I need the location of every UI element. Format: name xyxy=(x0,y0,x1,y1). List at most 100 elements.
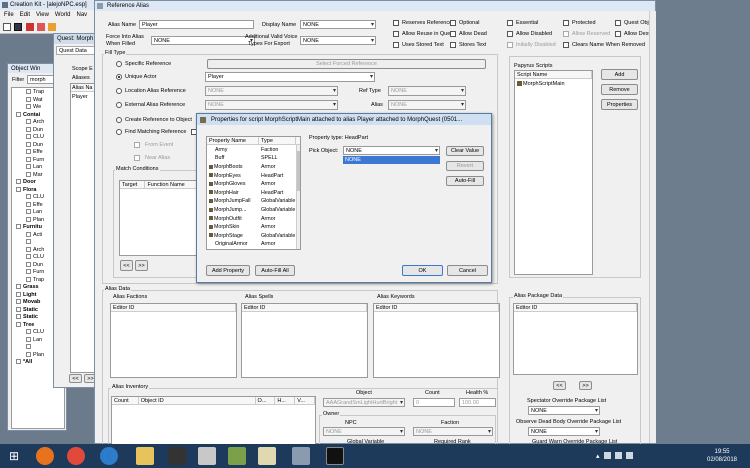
tray-battery-icon[interactable] xyxy=(625,452,633,459)
spells-editor-id-header[interactable]: Editor ID xyxy=(242,304,367,311)
from-event-checkbox[interactable] xyxy=(134,142,140,148)
tree-expander-icon[interactable] xyxy=(26,209,31,215)
tree-expander-icon[interactable] xyxy=(16,186,21,192)
tree-expander-icon[interactable] xyxy=(16,284,21,290)
ok-button[interactable]: OK xyxy=(402,265,443,276)
flag-checkbox[interactable] xyxy=(450,31,456,37)
tree-expander-icon[interactable] xyxy=(26,269,31,275)
pick-object-select[interactable]: NONE xyxy=(343,146,440,155)
alias-package-list[interactable]: Editor ID xyxy=(513,303,638,375)
clear-value-button[interactable]: Clear Value xyxy=(446,146,484,156)
tree-expander-icon[interactable] xyxy=(26,119,31,125)
script-list[interactable]: Script Name MorphScriptMain xyxy=(514,70,593,275)
package-editor-id-header[interactable]: Editor ID xyxy=(514,304,637,311)
inventory-h-header[interactable]: H... xyxy=(275,397,296,404)
tree-expander-icon[interactable] xyxy=(26,104,31,110)
create-reference-radio[interactable] xyxy=(116,117,122,123)
tree-expander-icon[interactable] xyxy=(16,299,21,305)
tree-expander-icon[interactable] xyxy=(26,276,31,282)
undo-icon[interactable] xyxy=(26,23,34,31)
script-name-header[interactable]: Script Name xyxy=(515,71,592,78)
redo-icon[interactable] xyxy=(37,23,45,31)
location-alias-radio[interactable] xyxy=(116,88,122,94)
property-row[interactable]: MorphJumpFall GlobalVariable xyxy=(207,198,296,206)
factions-editor-id-header[interactable]: Editor ID xyxy=(111,304,236,311)
flag-checkbox[interactable] xyxy=(507,20,513,26)
find-matching-radio[interactable] xyxy=(116,129,122,135)
tree-expander-icon[interactable] xyxy=(26,194,31,200)
faction-select[interactable]: NONE xyxy=(413,427,493,436)
tree-expander-icon[interactable] xyxy=(26,134,31,140)
tree-expander-icon[interactable] xyxy=(26,329,31,335)
cancel-button[interactable]: Cancel xyxy=(447,265,488,276)
property-name-header[interactable]: Property Name xyxy=(207,137,259,144)
quest-nav-prev-button[interactable]: << xyxy=(69,374,82,383)
tree-expander-icon[interactable] xyxy=(26,141,31,147)
flag-checkbox[interactable] xyxy=(563,42,569,48)
render-icon[interactable] xyxy=(48,23,56,31)
flag-checkbox[interactable] xyxy=(563,20,569,26)
flag-checkbox[interactable] xyxy=(450,20,456,26)
auto-fill-all-button[interactable]: Auto-Fill All xyxy=(255,265,295,276)
match-conditions-list[interactable]: Target Function Name xyxy=(119,180,207,256)
terminal-icon[interactable] xyxy=(326,447,344,465)
display-name-select[interactable]: NONE xyxy=(300,20,376,29)
property-row[interactable]: MorphJump... GlobalVariable xyxy=(207,206,296,214)
property-row[interactable]: MorphEyes HeadPart xyxy=(207,172,296,180)
tree-expander-icon[interactable] xyxy=(26,246,31,252)
alias-row-player[interactable]: Player xyxy=(72,94,88,100)
property-list-scroll-thumb[interactable] xyxy=(297,151,300,191)
unique-actor-radio[interactable] xyxy=(116,74,122,80)
flag-checkbox[interactable] xyxy=(393,20,399,26)
property-row[interactable]: MorphSkin Armor xyxy=(207,223,296,231)
tree-expander-icon[interactable] xyxy=(16,291,21,297)
property-list-scrollbar[interactable] xyxy=(296,145,300,249)
inventory-count-header[interactable]: Count xyxy=(112,397,139,404)
tree-expander-icon[interactable] xyxy=(16,314,21,320)
force-into-alias-select[interactable]: NONE xyxy=(151,36,255,45)
tree-expander-icon[interactable] xyxy=(26,261,31,267)
script-item-morphscriptmain[interactable]: MorphScriptMain xyxy=(517,81,565,87)
tree-expander-icon[interactable] xyxy=(16,179,21,185)
tray-up-icon[interactable]: ▴ xyxy=(596,452,600,460)
specific-reference-radio[interactable] xyxy=(116,61,122,67)
alias-factions-list[interactable]: Editor ID xyxy=(110,303,237,378)
alias-keywords-list[interactable]: Editor ID xyxy=(373,303,500,378)
tree-expander-icon[interactable] xyxy=(16,359,21,365)
inventory-object-header[interactable]: Object ID xyxy=(139,397,256,404)
match-nav-next-button[interactable]: >> xyxy=(135,260,148,271)
inventory-o-header[interactable]: O... xyxy=(256,397,276,404)
tree-expander-icon[interactable] xyxy=(26,164,31,170)
keywords-editor-id-header[interactable]: Editor ID xyxy=(374,304,499,311)
external-alias-radio[interactable] xyxy=(116,102,122,108)
property-row[interactable]: Buff SPELL xyxy=(207,155,296,163)
add-property-button[interactable]: Add Property xyxy=(206,265,250,276)
observe-dead-select[interactable]: NONE xyxy=(528,427,600,436)
flag-checkbox[interactable] xyxy=(615,31,621,37)
alias-spells-list[interactable]: Editor ID xyxy=(241,303,368,378)
alias-window-scrollbar[interactable] xyxy=(649,11,656,443)
editor-icon[interactable] xyxy=(258,447,276,465)
unique-actor-select[interactable]: Player xyxy=(205,72,375,82)
remove-script-button[interactable]: Remove xyxy=(601,84,638,95)
ref-type-select[interactable]: NONE xyxy=(388,86,466,96)
minecraft-icon[interactable] xyxy=(228,447,246,465)
flag-checkbox[interactable] xyxy=(615,20,621,26)
flag-checkbox[interactable] xyxy=(450,42,456,48)
new-file-icon[interactable] xyxy=(3,23,11,31)
menu-view[interactable]: View xyxy=(36,10,49,20)
tree-expander-icon[interactable] xyxy=(26,96,31,102)
tree-expander-icon[interactable] xyxy=(16,321,21,327)
document-icon[interactable] xyxy=(198,447,216,465)
tree-expander-icon[interactable] xyxy=(26,351,31,357)
tree-expander-icon[interactable] xyxy=(16,306,21,312)
tree-expander-icon[interactable] xyxy=(26,126,31,132)
location-alias-select[interactable]: NONE xyxy=(205,86,338,96)
health-input[interactable]: 100.00 xyxy=(459,398,496,407)
flag-checkbox[interactable] xyxy=(393,31,399,37)
alias-inventory-list[interactable]: Count Object ID O... H... V... xyxy=(111,396,316,445)
tree-expander-icon[interactable] xyxy=(26,216,31,222)
property-row[interactable]: MorphStage GlobalVariable xyxy=(207,232,296,240)
save-icon[interactable] xyxy=(14,23,22,31)
select-forced-reference-button[interactable]: Select Forced Reference xyxy=(207,59,486,69)
